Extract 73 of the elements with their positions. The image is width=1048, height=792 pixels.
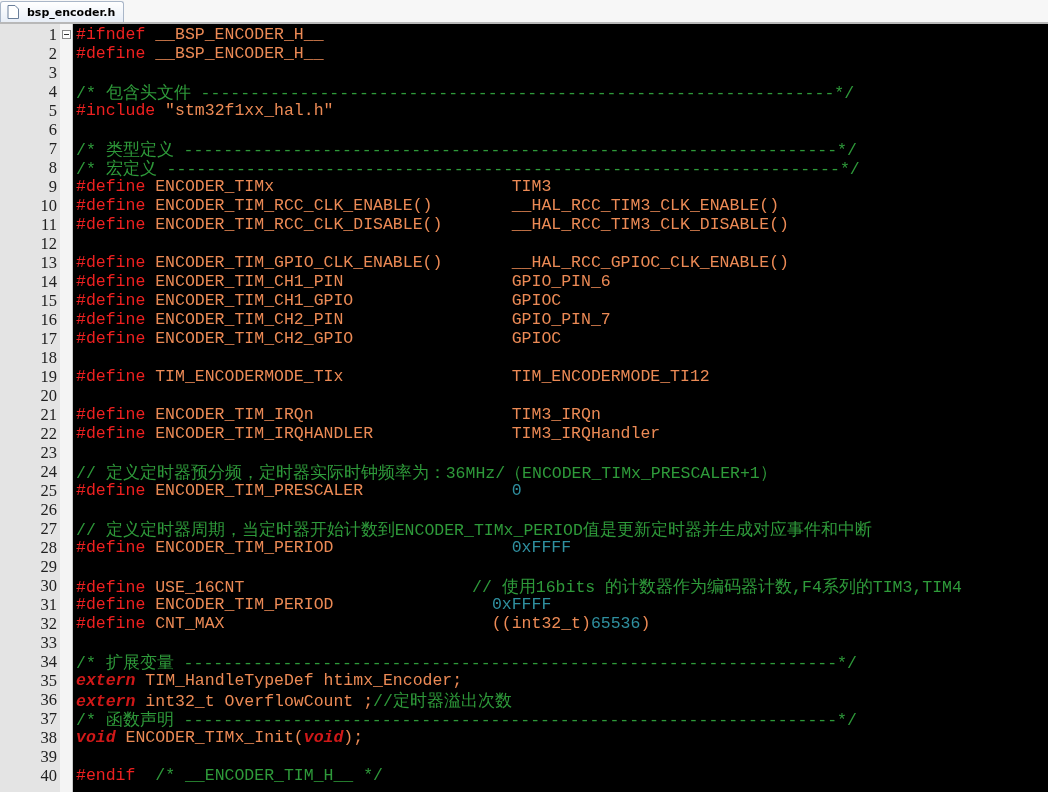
- fold-minus-icon[interactable]: [61, 30, 71, 39]
- line-number: 10: [39, 196, 58, 215]
- code-line: extern int32_t OverflowCount ;//定时器溢出次数: [75, 690, 513, 709]
- code-line: #define CNT_MAX ((int32_t)65536): [75, 614, 652, 633]
- line-number: 39: [39, 747, 58, 766]
- code-line: // 定义定时器周期，当定时器开始计数到ENCODER_TIMx_PERIOD值是更新定时器并生成对应事件和中断: [75, 519, 873, 538]
- code-line: #define ENCODER_TIM_RCC_CLK_DISABLE() __HAL_RCC_TIM3_CLK_DISABLE(): [75, 215, 790, 234]
- code-line: extern TIM_HandleTypeDef htimx_Encoder;: [75, 671, 464, 690]
- line-number: 9: [47, 177, 58, 196]
- line-number: 8: [47, 158, 58, 177]
- line-number: 7: [47, 139, 58, 158]
- line-number: 4: [47, 82, 58, 101]
- line-number: 35: [39, 671, 58, 690]
- code-line: #define ENCODER_TIM_CH1_PIN GPIO_PIN_6: [75, 272, 612, 291]
- line-number: 25: [39, 481, 58, 500]
- line-number: 40: [39, 766, 58, 785]
- line-number: 20: [39, 386, 58, 405]
- code-line: #define ENCODER_TIM_PERIOD 0xFFFF: [75, 538, 573, 557]
- code-line: #define ENCODER_TIM_CH2_GPIO GPIOC: [75, 329, 563, 348]
- line-number: 12: [39, 234, 58, 253]
- code-line: #define ENCODER_TIM_GPIO_CLK_ENABLE() __HAL_RCC_GPIOC_CLK_ENABLE(): [75, 253, 790, 272]
- code-line: #ifndef __BSP_ENCODER_H__: [75, 25, 325, 44]
- code-line: #define ENCODER_TIM_RCC_CLK_ENABLE() __HAL_RCC_TIM3_CLK_ENABLE(): [75, 196, 781, 215]
- file-tab[interactable]: bsp_encoder.h: [0, 1, 125, 22]
- code-line: #define ENCODER_TIM_PERIOD 0xFFFF: [75, 595, 553, 614]
- code-line: #define TIM_ENCODERMODE_TIx TIM_ENCODERMODE_TI12: [75, 367, 711, 386]
- line-number: 24: [39, 462, 58, 481]
- line-number: 23: [39, 443, 58, 462]
- code-line: #define __BSP_ENCODER_H__: [75, 44, 325, 63]
- line-number: 26: [39, 500, 58, 519]
- code-line: #include "stm32f1xx_hal.h": [75, 101, 335, 120]
- line-number: 3: [47, 63, 58, 82]
- code-line: #define ENCODER_TIM_IRQn TIM3_IRQn: [75, 405, 602, 424]
- code-line: /* 宏定义 --------------------------------------------------------------------*/: [75, 158, 861, 177]
- line-number: 15: [39, 291, 58, 310]
- line-number: 11: [40, 215, 58, 234]
- line-number: 16: [39, 310, 58, 329]
- line-number: 27: [39, 519, 58, 538]
- line-number: 14: [39, 272, 58, 291]
- line-number: 34: [39, 652, 58, 671]
- file-icon: [7, 5, 19, 19]
- code-line: /* 扩展变量 ------------------------------------------------------------------*/: [75, 653, 858, 671]
- line-number: 6: [47, 120, 58, 139]
- line-number: 31: [39, 595, 58, 614]
- code-line: #define ENCODER_TIM_CH2_PIN GPIO_PIN_7: [75, 310, 612, 329]
- line-number: 36: [39, 690, 58, 709]
- code-line: #endif /* __ENCODER_TIM_H__ */: [75, 766, 384, 785]
- code-line: #define ENCODER_TIM_PRESCALER 0: [75, 481, 523, 500]
- code-line: // 定义定时器预分频，定时器实际时钟频率为：36MHz/（ENCODER_TIMx_PRESCALER+1）: [75, 462, 778, 481]
- line-number: 37: [39, 709, 58, 728]
- code-line: #define ENCODER_TIM_IRQHANDLER TIM3_IRQHandler: [75, 424, 662, 443]
- line-number: 32: [39, 614, 58, 633]
- line-number: 2: [47, 44, 58, 63]
- line-number: 19: [39, 367, 58, 386]
- code-line: /* 包含头文件 ----------------------------------------------------------------*/: [75, 83, 856, 101]
- line-number: 29: [39, 557, 58, 576]
- code-line: void ENCODER_TIMx_Init(void);: [75, 728, 365, 747]
- line-number: 22: [39, 424, 58, 443]
- line-number: 30: [39, 576, 58, 595]
- line-number: 21: [39, 405, 58, 424]
- line-number: 5: [47, 101, 58, 120]
- code-line: /* 类型定义 ------------------------------------------------------------------*/: [75, 139, 858, 158]
- line-number: 17: [39, 329, 58, 348]
- code-line: /* 函数声明 ------------------------------------------------------------------*/: [75, 710, 858, 728]
- line-number: 38: [39, 728, 58, 747]
- line-number: 33: [39, 633, 58, 652]
- code-line: #define USE_16CNT // 使用16bits 的计数器作为编码器计数,F4系列的TIM3,TIM4: [75, 576, 963, 595]
- line-number: 1: [47, 25, 58, 44]
- code-line: #define ENCODER_TIM_CH1_GPIO GPIOC: [75, 291, 563, 310]
- line-number: 28: [39, 538, 58, 557]
- line-number: 18: [39, 348, 58, 367]
- code-line: #define ENCODER_TIMx TIM3: [75, 177, 553, 196]
- line-number: 13: [39, 253, 58, 272]
